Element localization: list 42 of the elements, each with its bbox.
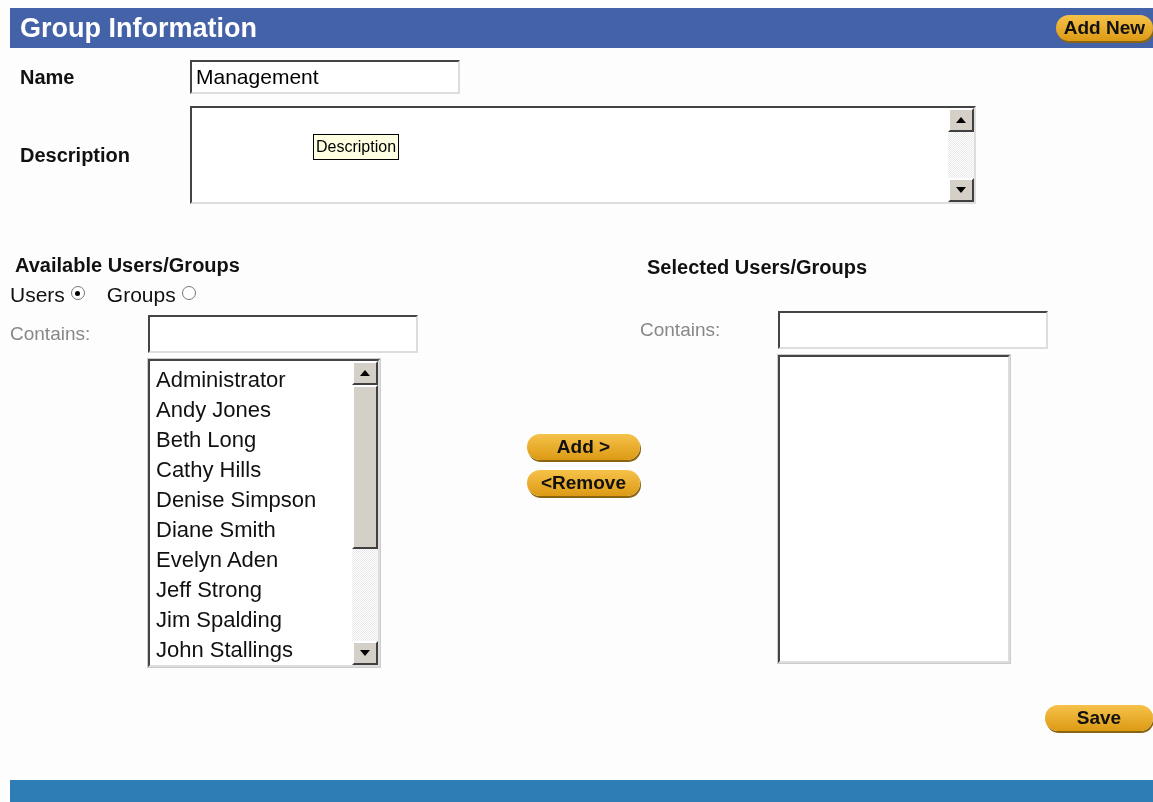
scroll-up-button[interactable] [352,361,378,385]
description-label: Description [19,143,132,167]
add-new-button[interactable]: Add New [1055,15,1153,41]
list-item[interactable]: John Stallings [156,635,346,665]
list-item[interactable]: Cathy Hills [156,455,346,485]
list-item[interactable]: Andy Jones [156,395,346,425]
contains-field[interactable] [148,315,418,353]
list-item[interactable]: Diane Smith [156,515,346,545]
filter-radio-option[interactable]: Users [10,283,85,307]
up-arrow-icon [360,370,370,376]
contains-label: Contains: [9,323,92,345]
list-item[interactable]: Jeff Strong [156,575,346,605]
available-list[interactable]: Administrator Andy Jones Beth Long Cathy Hills Denise Simpson Diane Smith Evelyn Aden Jeff Strong Jim Spalding John Stallings [148,359,380,667]
scrollbar[interactable] [948,108,974,202]
contains-field[interactable] [778,311,1048,349]
radio-icon[interactable] [181,286,196,300]
list-item[interactable]: Administrator [156,365,346,395]
down-arrow-icon [360,650,370,656]
up-arrow-icon [956,117,966,123]
scrollbar[interactable] [352,361,378,665]
filter-radio-option[interactable]: Groups [106,283,196,307]
description-field[interactable]: Description [190,106,976,204]
scroll-down-button[interactable] [352,641,378,665]
list-item[interactable]: Denise Simpson [156,485,346,515]
transfer-button[interactable]: Add > [527,434,640,460]
available-title: Available Users/Groups [14,254,241,277]
name-field[interactable]: Management [190,60,460,94]
down-arrow-icon [956,187,966,193]
tooltip: Description [313,134,400,160]
contains-label: Contains: [640,319,722,341]
scroll-up-button[interactable] [948,108,974,132]
transfer-button[interactable]: <Remove [527,470,640,496]
scroll-down-button[interactable] [948,178,974,202]
radio-icon[interactable] [70,286,85,300]
list-item[interactable]: Evelyn Aden [156,545,346,575]
list-item[interactable]: Jim Spalding [156,605,346,635]
name-label: Name [19,65,76,89]
selected-title: Selected Users/Groups [646,256,869,279]
page-title: Group Information [19,12,257,44]
save-button[interactable]: Save [1045,705,1153,731]
scroll-thumb[interactable] [352,385,378,549]
list-item[interactable]: Beth Long [156,425,346,455]
